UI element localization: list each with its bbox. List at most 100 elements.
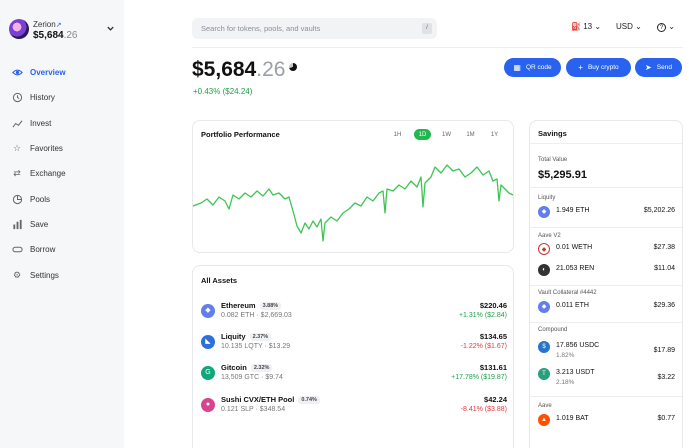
asset-name: Gitcoin 2.32% — [221, 363, 273, 372]
savings-value: $11.04 — [654, 265, 675, 272]
send-arrow-icon: ➤ — [645, 63, 652, 72]
borrow-icon — [11, 244, 23, 256]
savings-value: $29.36 — [653, 302, 675, 309]
savings-row-usdc[interactable]: $ 17.856 USDC 1.82% $17.89 — [538, 340, 675, 359]
savings-amount: 1.019 BAT — [556, 415, 589, 422]
search-placeholder: Search for tokens, pools, and vaults — [201, 24, 321, 33]
asset-amount: 10.135 LQTY · $13.29 — [221, 343, 291, 350]
sidebar-item-label: Save — [30, 219, 49, 229]
savings-row-eth-vault[interactable]: ◆ 0.011 ETH $29.36 — [538, 300, 675, 316]
external-link-icon: ↗ — [55, 22, 62, 29]
savings-amount: 1.949 ETH — [556, 207, 590, 214]
timeframe-1m[interactable]: 1M — [462, 129, 479, 140]
sidebar-item-borrow[interactable]: Borrow — [11, 237, 119, 262]
sidebar: Zerion↗ $5,684.26 Overview History Inves… — [0, 0, 124, 448]
chevron-down-icon[interactable] — [106, 24, 115, 33]
asset-change: +17.78% ($19.87) — [451, 374, 507, 381]
plus-icon: + — [578, 63, 583, 72]
sidebar-item-pools[interactable]: Pools — [11, 186, 119, 211]
asset-row-liquity[interactable]: ◣ Liquity 2.37% 10.135 LQTY · $13.29 $134… — [201, 332, 507, 356]
savings-row-ren[interactable]: ◐ 21.053 REN $11.04 — [538, 263, 675, 279]
asset-change: +1.31% ($2.84) — [458, 312, 507, 319]
savings-divider — [530, 227, 682, 228]
balance-change: +0.43% ($24.24) — [193, 87, 253, 96]
qr-code-button[interactable]: ▦ QR code — [504, 58, 561, 77]
savings-value: $3.22 — [657, 374, 675, 381]
asset-value: $131.61 — [479, 363, 507, 372]
buy-crypto-button[interactable]: + Buy crypto — [566, 58, 631, 77]
ren-icon: ◐ — [538, 264, 550, 276]
all-assets-card: All Assets ◆ Ethereum 3.88% 0.082 ETH · $… — [192, 265, 514, 448]
savings-divider — [530, 396, 682, 397]
savings-divider — [530, 322, 682, 323]
protocol-label-liquity: Liquity — [538, 195, 556, 201]
buy-crypto-label: Buy crypto — [587, 64, 619, 71]
savings-row-weth[interactable]: ◆ 0.01 WETH $27.38 — [538, 242, 675, 258]
gitcoin-icon: G — [201, 366, 215, 380]
sidebar-item-favorites[interactable]: ☆ Favorites — [11, 136, 119, 161]
savings-amount: 0.011 ETH — [556, 302, 589, 309]
sidebar-item-settings[interactable]: ⚙ Settings — [11, 262, 119, 287]
ethereum-icon: ◆ — [538, 206, 550, 218]
gas-price-value: 13 — [583, 22, 593, 31]
savings-divider — [530, 285, 682, 286]
savings-amount: 21.053 REN — [556, 265, 595, 272]
gas-pump-icon: ⛽ — [571, 22, 581, 31]
pools-icon — [11, 193, 23, 205]
sidebar-item-save[interactable]: Save — [11, 212, 119, 237]
savings-divider — [530, 143, 682, 144]
ethereum-icon: ◆ — [538, 301, 550, 313]
search-input[interactable]: Search for tokens, pools, and vaults / — [192, 18, 437, 39]
asset-amount: 0.121 SLP · $348.54 — [221, 406, 286, 413]
account-balance: $5,684.26 — [33, 30, 78, 41]
history-icon — [11, 92, 23, 104]
asset-row-sushi-cvx-eth-pool[interactable]: ● Sushi CVX/ETH Pool 0.74% 0.121 SLP · $3… — [201, 395, 507, 419]
usdt-icon: T — [538, 368, 550, 380]
savings-row-usdt[interactable]: T 3.213 USDT 2.18% $3.22 — [538, 367, 675, 386]
liquity-icon: ◣ — [201, 335, 215, 349]
timeframe-1w[interactable]: 1W — [438, 129, 455, 140]
sidebar-item-label: Favorites — [30, 144, 63, 154]
currency-value: USD — [616, 22, 633, 31]
asset-row-gitcoin[interactable]: G Gitcoin 2.32% 13,509 GTC · $9.74 $131.6… — [201, 363, 507, 387]
account-name: Zerion↗ — [33, 20, 62, 29]
asset-row-ethereum[interactable]: ◆ Ethereum 3.88% 0.082 ETH · $2,669.03 $2… — [201, 301, 507, 325]
sidebar-item-invest[interactable]: Invest — [11, 111, 119, 136]
savings-card: Savings Total Value $5,295.91 Liquity ◆ … — [529, 120, 683, 448]
savings-divider — [530, 187, 682, 188]
account-switcher[interactable]: Zerion↗ $5,684.26 — [9, 19, 121, 43]
protocol-label-vault: Vault Collateral #4442 — [538, 290, 597, 296]
timeframe-1d[interactable]: 1D — [414, 129, 431, 140]
sushi-icon: ● — [201, 398, 215, 412]
sidebar-item-exchange[interactable]: ⇄ Exchange — [11, 161, 119, 186]
sidebar-item-history[interactable]: History — [11, 85, 119, 110]
asset-value: $134.65 — [479, 332, 507, 341]
protocol-label-aave-v2: Aave V2 — [538, 233, 561, 239]
sidebar-nav: Overview History Invest ☆ Favorites ⇄ Ex… — [11, 60, 119, 288]
currency-selector[interactable]: USD ⌄ — [616, 22, 642, 31]
sidebar-item-label: Overview — [30, 68, 66, 78]
gas-price-button[interactable]: ⛽ 13 ⌄ — [571, 22, 601, 31]
savings-value: $17.89 — [653, 347, 675, 354]
help-icon: ? — [657, 23, 666, 32]
asset-change: -8.41% ($3.88) — [460, 406, 507, 413]
timeframe-1h[interactable]: 1H — [389, 129, 406, 140]
pie-chart-icon[interactable] — [289, 63, 298, 72]
header-divider — [192, 47, 683, 48]
sidebar-item-overview[interactable]: Overview — [11, 60, 119, 85]
bat-icon: ▲ — [538, 414, 550, 426]
performance-line-chart[interactable] — [193, 151, 513, 251]
savings-row-bat[interactable]: ▲ 1.019 BAT $0.77 — [538, 413, 675, 429]
savings-apy: 1.82% — [556, 352, 575, 359]
weth-icon: ◆ — [538, 243, 550, 255]
protocol-label-compound: Compound — [538, 327, 568, 333]
asset-amount: 13,509 GTC · $9.74 — [221, 374, 283, 381]
timeframe-1y[interactable]: 1Y — [486, 129, 503, 140]
send-button[interactable]: ➤ Send — [635, 58, 682, 77]
savings-row-eth-liquity[interactable]: ◆ 1.949 ETH $5,202.26 — [538, 205, 675, 221]
help-button[interactable]: ? ⌄ — [657, 22, 675, 32]
star-icon: ☆ — [12, 143, 22, 154]
ethereum-icon: ◆ — [201, 304, 215, 318]
exchange-icon: ⇄ — [13, 168, 21, 179]
qr-icon: ▦ — [513, 63, 521, 72]
